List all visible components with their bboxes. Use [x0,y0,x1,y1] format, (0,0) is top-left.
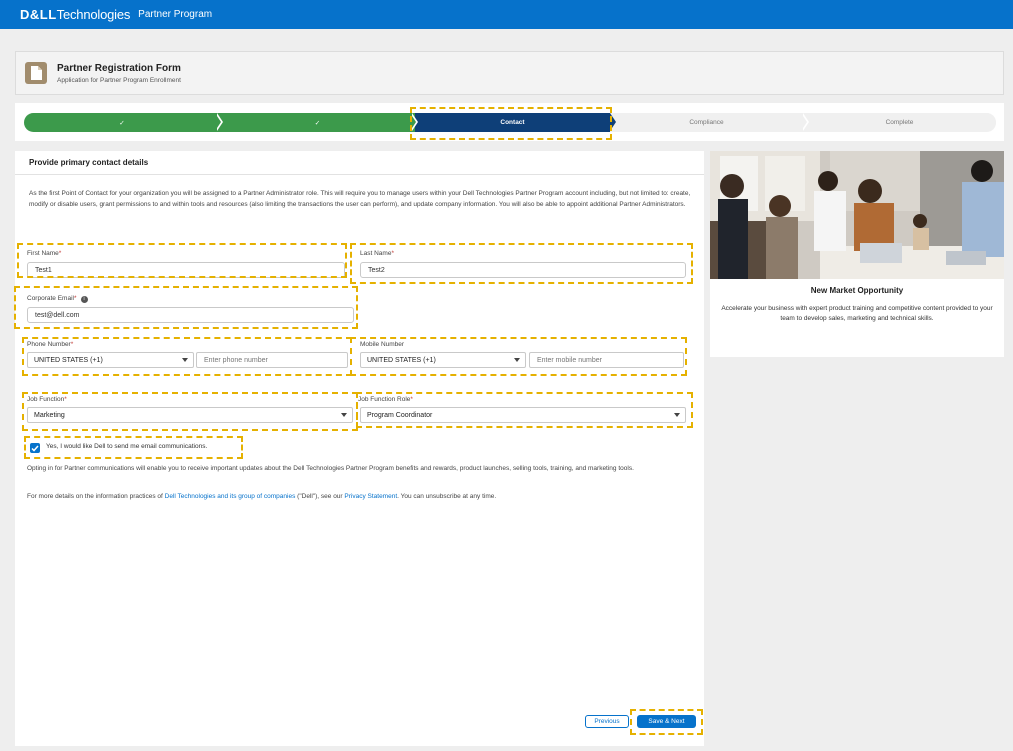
last-name-input[interactable]: Test2 [360,262,686,278]
chevron-divider [410,113,416,131]
chevron-divider [610,113,616,131]
form-header: Partner Registration Form Application fo… [15,51,1004,95]
job-function-role-select[interactable]: Program Coordinator [360,407,686,423]
mobile-number-input[interactable]: Enter mobile number [529,352,684,368]
phone-country-select[interactable]: UNITED STATES (+1) [27,352,194,368]
chevron-down-icon [341,413,347,417]
chevron-down-icon [182,358,188,362]
corporate-email-input[interactable]: test@dell.com [27,307,354,323]
chevron-down-icon [674,413,680,417]
previous-button[interactable]: Previous [585,715,629,728]
email-opt-in-checkbox[interactable] [30,443,40,453]
dell-companies-link[interactable]: Dell Technologies and its group of compa… [165,493,296,500]
step-2-complete[interactable]: ✓ [220,113,415,132]
email-opt-in-label[interactable]: Yes, I would like Dell to send me email … [46,443,207,450]
mobile-number-label: Mobile Number [360,341,405,348]
step-1-complete[interactable]: ✓ [24,113,220,132]
page-title: Partner Registration Form [57,62,181,74]
first-name-input[interactable]: Test1 [27,262,345,278]
page-subtitle: Application for Partner Program Enrollme… [57,76,181,84]
program-name: Partner Program [138,9,213,20]
checkmark-icon [31,445,39,452]
mobile-country-select[interactable]: UNITED STATES (+1) [360,352,526,368]
privacy-statement-link[interactable]: Privacy Statement [344,493,397,500]
step-complete[interactable]: Complete [803,113,996,132]
job-function-role-label: Job Function Role* [358,396,413,403]
last-name-label: Last Name* [360,250,394,257]
promo-title: New Market Opportunity [810,286,904,295]
dell-technologies-logo[interactable]: D&LLTechnologies [20,7,130,22]
promo-text: Accelerate your business with expert pro… [721,305,993,322]
chevron-down-icon [514,358,520,362]
step-compliance[interactable]: Compliance [610,113,803,132]
job-function-label: Job Function* [27,396,67,403]
team-meeting-image [710,151,1004,279]
first-name-label: First Name* [27,250,62,257]
document-icon [25,62,47,84]
intro-text: As the first Point of Contact for your o… [29,190,691,208]
info-icon[interactable]: i [80,296,88,303]
corporate-email-label: Corporate Email* i [27,295,88,303]
phone-number-label: Phone Number* [27,341,74,348]
section-title: Provide primary contact details [15,151,704,175]
step-contact[interactable]: Contact [415,113,610,132]
chevron-divider [215,113,221,131]
save-next-button[interactable]: Save & Next [637,715,696,728]
phone-number-input[interactable]: Enter phone number [196,352,348,368]
job-function-select[interactable]: Marketing [27,407,353,423]
opt-in-description: Opting in for Partner communications wil… [27,465,634,472]
progress-indicator: ✓ ✓ Contact Compliance Complete [15,103,1004,141]
top-bar: D&LLTechnologies Partner Program [0,0,1013,29]
privacy-notice: For more details on the information prac… [27,493,497,500]
chevron-divider [801,113,807,131]
promo-card: New Market Opportunity Accelerate your b… [710,151,1004,357]
